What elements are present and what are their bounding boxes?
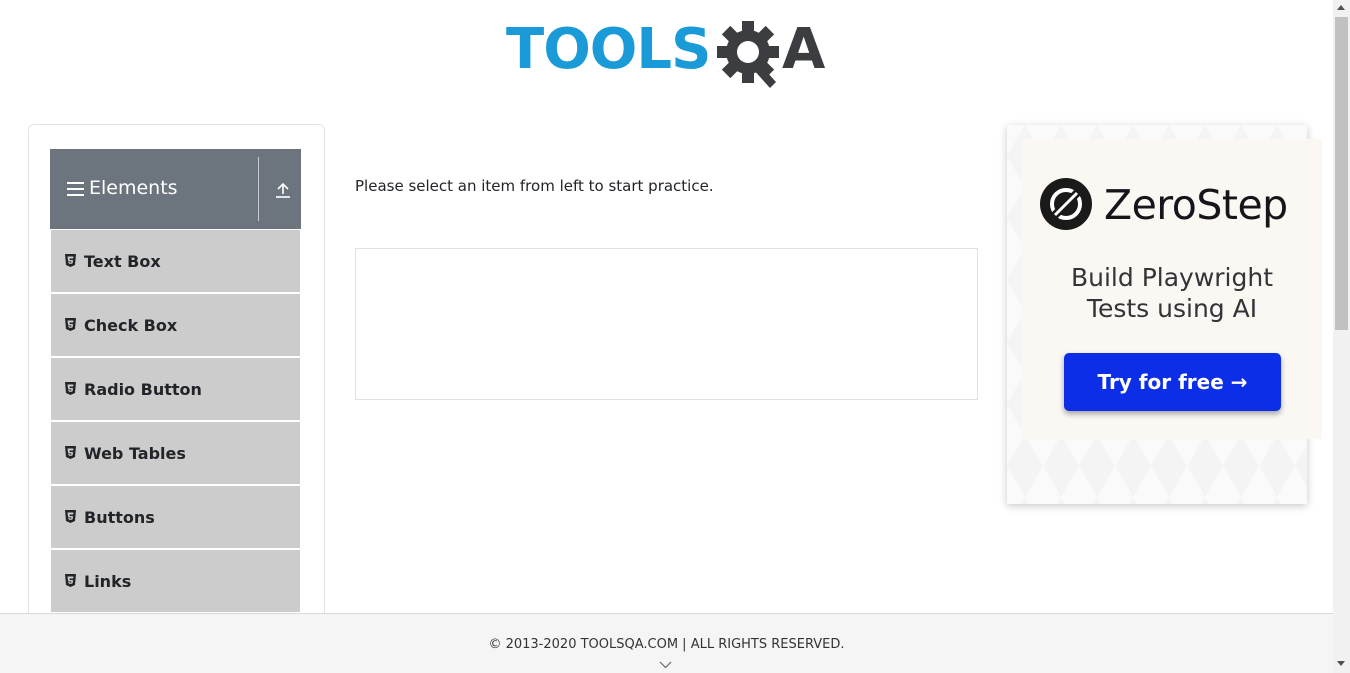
footer: © 2013-2020 TOOLSQA.COM | ALL RIGHTS RES… [0,613,1333,673]
scrollbar-thumb[interactable] [1335,17,1348,330]
ad-tagline: Build Playwright Tests using AI [1022,262,1322,324]
ad-tagline-line-2: Tests using AI [1086,294,1258,323]
upload-arrow-icon[interactable] [275,182,291,199]
try-for-free-button[interactable]: Try for free → [1064,353,1281,411]
copyright-text: © 2013-2020 TOOLSQA.COM | ALL RIGHTS RES… [488,637,845,652]
chevron-down-icon[interactable] [659,661,672,669]
ad-tagline-line-1: Build Playwright [1070,263,1274,292]
group-title: Elements [89,177,178,199]
logo-text-a: A [782,17,826,82]
sidebar-item-label: Radio Button [84,380,202,399]
sidebar-item-label: Text Box [84,252,161,271]
zerostep-logo-icon [1040,178,1092,230]
toolsqa-logo[interactable]: TOOLS A [506,14,832,92]
ad-brand-name: ZeroStep [1104,181,1288,229]
sidebar-item-label: Links [84,572,132,591]
intro-text: Please select an item from left to start… [355,177,714,195]
html5-icon [65,574,76,587]
vertical-scrollbar[interactable] [1333,0,1350,673]
hamburger-icon [67,182,84,197]
header-divider [258,157,259,221]
sidebar-item-label: Web Tables [84,444,186,463]
sidebar-item-links[interactable]: Links [51,550,300,612]
html5-icon [65,446,76,459]
scroll-down-arrow-icon[interactable] [1337,661,1345,666]
sidebar-item-label: Buttons [84,508,155,527]
elements-group-header[interactable]: Elements [50,149,301,229]
html5-icon [65,382,76,395]
scroll-up-arrow-icon[interactable] [1337,5,1345,10]
html5-icon [65,510,76,523]
practice-area [355,248,978,400]
sidebar-item-check-box[interactable]: Check Box [51,294,300,356]
gear-icon [717,21,779,88]
sidebar-item-buttons[interactable]: Buttons [51,486,300,548]
sidebar-item-radio-button[interactable]: Radio Button [51,358,300,420]
html5-icon [65,254,76,267]
sidebar-item-label: Check Box [84,316,178,335]
sidebar-item-text-box[interactable]: Text Box [51,230,300,292]
logo-text-tools: TOOLS [506,17,710,82]
page: TOOLS A Elements Text Box Check Box Radi… [0,0,1350,673]
html5-icon [65,318,76,331]
sidebar-item-web-tables[interactable]: Web Tables [51,422,300,484]
